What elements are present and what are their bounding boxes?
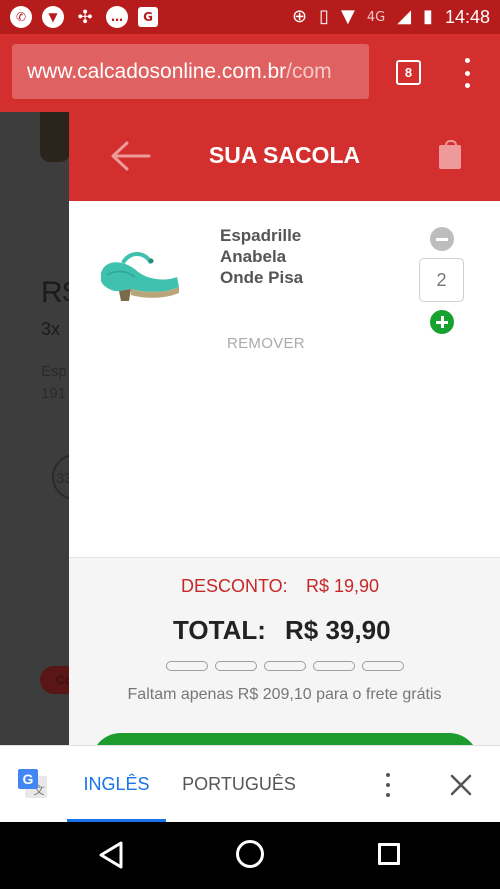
- progress-step: [313, 661, 355, 671]
- url-domain: www.calcadosonline.com.br: [27, 60, 287, 83]
- translate-bar: 文 G INGLÊS PORTUGUÊS: [0, 745, 500, 823]
- checkout-button[interactable]: [91, 733, 479, 745]
- translate-notification-icon: G: [138, 7, 158, 27]
- url-bar[interactable]: www.calcadosonline.com.br/com: [12, 44, 369, 99]
- status-bar: ✆ ▼ ✣ … G ⊕ ▯ ▼ 4G ◢ ▮ 14:48: [0, 0, 500, 34]
- discount-label: DESCONTO:: [181, 576, 288, 596]
- signal-icon: ◢: [397, 6, 412, 27]
- size-fragment: 33: [56, 470, 69, 487]
- product-name-line2: Anabela: [220, 247, 287, 266]
- translate-options-icon[interactable]: [383, 773, 393, 797]
- cart-header: SUA SACOLA: [69, 112, 500, 201]
- progress-step: [264, 661, 306, 671]
- remove-item-button[interactable]: REMOVER: [227, 335, 305, 352]
- product-name[interactable]: Espadrille Anabela Onde Pisa: [220, 225, 350, 288]
- product-name-line1: Espadrille: [220, 226, 302, 245]
- wifi-icon: ▼: [341, 6, 355, 27]
- description-fragment-2: 191: [41, 385, 67, 402]
- discount-value: R$ 19,90: [306, 576, 380, 596]
- product-image-fragment: [40, 112, 69, 162]
- nav-back-icon[interactable]: [97, 840, 125, 870]
- tab-switcher-button[interactable]: 8: [396, 60, 421, 85]
- network-type: 4G: [366, 9, 386, 25]
- vibrate-icon: ▯: [319, 6, 329, 27]
- installments-fragment: 3x: [41, 319, 61, 339]
- shopping-bag-icon: [439, 140, 461, 169]
- download-icon: ▼: [42, 6, 64, 28]
- battery-icon: ▮: [423, 6, 433, 27]
- system-nav-bar: [0, 822, 500, 889]
- chat-icon: …: [106, 6, 128, 28]
- description-fragment: Esp: [41, 363, 67, 380]
- svg-text:G: G: [23, 771, 34, 787]
- tab-source-language[interactable]: INGLÊS: [67, 746, 166, 823]
- clock: 14:48: [444, 6, 490, 27]
- progress-step: [362, 661, 404, 671]
- free-shipping-message: Faltam apenas R$ 209,10 para o frete grá…: [127, 686, 442, 703]
- cart-title: SUA SACOLA: [208, 142, 361, 168]
- underlying-page: R$ 3x Esp 191 33 Co: [0, 112, 69, 745]
- data-saver-icon: ⊕: [292, 6, 308, 27]
- product-name-line3: Onde Pisa: [220, 268, 304, 287]
- price-fragment: R$: [41, 276, 69, 309]
- product-thumbnail[interactable]: [93, 237, 181, 302]
- cart-drawer: SUA SACOLA Espadrille Anabela Onde Pisa …: [69, 112, 500, 745]
- total-label: TOTAL:: [173, 615, 266, 645]
- nav-recents-icon[interactable]: [378, 843, 400, 865]
- browser-toolbar: www.calcadosonline.com.br/com 8: [0, 34, 500, 112]
- free-shipping-progress: [166, 661, 404, 671]
- nav-home-icon[interactable]: [236, 840, 264, 868]
- url-path: /com: [286, 60, 332, 83]
- quantity-value[interactable]: 2: [419, 258, 464, 302]
- whatsapp-icon: ✆: [10, 6, 32, 28]
- tab-target-language[interactable]: PORTUGUÊS: [178, 746, 300, 823]
- google-translate-icon: 文 G: [18, 769, 47, 798]
- pinwheel-icon: ✣: [77, 6, 93, 28]
- buy-button-fragment-label: Co: [56, 673, 69, 687]
- progress-step: [166, 661, 208, 671]
- increase-quantity-button[interactable]: [430, 310, 454, 334]
- cart-summary: DESCONTO: R$ 19,90 TOTAL: R$ 39,90 Falta…: [69, 557, 500, 745]
- decrease-quantity-button[interactable]: [430, 227, 454, 251]
- browser-menu-icon[interactable]: [460, 58, 474, 88]
- total-value: R$ 39,90: [285, 615, 391, 645]
- progress-step: [215, 661, 257, 671]
- close-icon[interactable]: [449, 773, 473, 797]
